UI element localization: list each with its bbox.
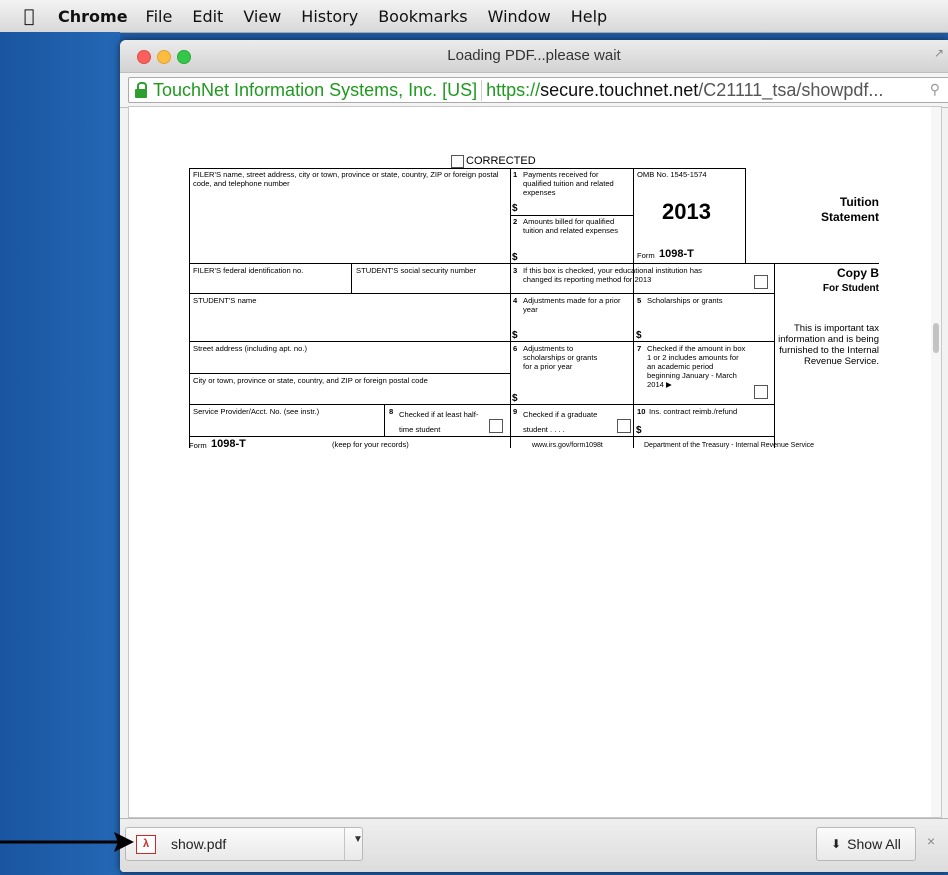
box8-label: Checked if at least half-time student <box>399 410 479 434</box>
box1-number: 1 <box>513 170 518 179</box>
box4-dollar: $ <box>512 330 518 341</box>
keep-records-note: (keep for your records) <box>332 440 409 449</box>
box1-dollar: $ <box>512 203 518 214</box>
menu-edit[interactable]: Edit <box>192 7 223 26</box>
url-field[interactable]: TouchNet Information Systems, Inc. [US] … <box>128 77 948 103</box>
filer-name-label: FILER'S name, street address, city or to… <box>193 170 499 188</box>
tax-year: 2013 <box>662 199 711 224</box>
box4-number: 4 <box>513 296 518 305</box>
box3-label: If this box is checked, your educational… <box>523 266 702 284</box>
copy-b-label: Copy B <box>837 266 879 280</box>
close-shelf-icon[interactable]: × <box>927 833 935 849</box>
ev-certificate-label[interactable]: TouchNet Information Systems, Inc. [US] <box>153 79 483 101</box>
box2-number: 2 <box>513 217 518 226</box>
address-bar: TouchNet Information Systems, Inc. [US] … <box>120 73 948 108</box>
box10-label: Ins. contract reimb./refund <box>649 407 738 416</box>
download-item-divider <box>344 828 345 860</box>
download-shelf: λ show.pdf ▼ ⬇ Show All × <box>120 818 948 872</box>
box8-number: 8 <box>389 407 394 416</box>
box6-number: 6 <box>513 344 518 353</box>
menu-file[interactable]: File <box>146 7 173 26</box>
menu-view[interactable]: View <box>243 7 281 26</box>
box5-dollar: $ <box>636 330 642 341</box>
box10-number: 10 <box>637 407 646 416</box>
download-arrow-icon: ⬇ <box>831 837 842 851</box>
box9-checkbox <box>617 419 631 433</box>
department-label: Department of the Treasury - Internal Re… <box>644 442 815 449</box>
menu-help[interactable]: Help <box>571 7 607 26</box>
pdf-scrollbar[interactable] <box>931 107 941 817</box>
lock-icon[interactable] <box>135 81 147 98</box>
url-scheme: https:// <box>486 79 541 100</box>
download-filename[interactable]: show.pdf <box>171 836 226 852</box>
show-all-label: Show All <box>847 836 901 852</box>
corrected-checkbox <box>451 155 464 168</box>
box5-number: 5 <box>637 296 642 305</box>
window-title: Loading PDF...please wait <box>447 47 621 64</box>
box3-checkbox <box>754 275 768 289</box>
box6-dollar: $ <box>512 393 518 404</box>
box2-label: Amounts billed for qualified tuition and… <box>523 217 618 235</box>
browser-window: Loading PDF...please wait ↗ TouchNet Inf… <box>120 40 948 872</box>
url-host: secure.touchnet.net <box>540 79 699 100</box>
form-label-top: Form <box>637 251 655 260</box>
menu-history[interactable]: History <box>301 7 358 26</box>
title-bar: Loading PDF...please wait ↗ <box>120 40 948 73</box>
box1-label: Payments received for qualified tuition … <box>523 170 614 197</box>
url-path: /C21111_tsa/showpdf... <box>698 79 884 100</box>
box5-label: Scholarships or grants <box>647 296 723 305</box>
mac-menubar:  Chrome File Edit View History Bookmark… <box>0 0 948 33</box>
box3-number: 3 <box>513 266 518 275</box>
service-provider-label: Service Provider/Acct. No. (see instr.) <box>193 407 320 416</box>
box4-label: Adjustments made for a prior year <box>523 296 621 314</box>
pdf-file-icon: λ <box>136 835 156 854</box>
box7-checkbox <box>754 385 768 399</box>
download-item[interactable]: λ show.pdf ▼ <box>125 827 363 861</box>
student-ssn-label: STUDENT'S social security number <box>356 266 477 275</box>
box2-dollar: $ <box>512 252 518 263</box>
box6-label: Adjustments to scholarships or grants fo… <box>523 344 598 371</box>
irs-website: www.irs.gov/form1098t <box>532 442 603 449</box>
box9-number: 9 <box>513 407 518 416</box>
filer-id-label: FILER'S federal identification no. <box>193 266 304 275</box>
for-student-label: For Student <box>822 283 879 294</box>
menu-bookmarks[interactable]: Bookmarks <box>378 7 467 26</box>
street-address-label: Street address (including apt. no.) <box>193 344 307 353</box>
city-label: City or town, province or state, country… <box>193 376 428 385</box>
box8-checkbox <box>489 419 503 433</box>
box10-dollar: $ <box>636 425 642 436</box>
box7-number: 7 <box>637 344 642 353</box>
important-notice: This is important tax information and is… <box>778 323 879 367</box>
zoom-magnifier-icon[interactable]: ⚲ <box>930 81 940 98</box>
annotation-arrow-icon <box>0 832 134 852</box>
fullscreen-icon[interactable]: ↗ <box>934 46 944 60</box>
tuition-title: Tuition <box>839 195 879 209</box>
scrollbar-thumb[interactable] <box>933 323 939 353</box>
omb-number: OMB No. 1545-1574 <box>637 170 707 179</box>
box9-label: Checked if a graduate student . . . . <box>523 410 598 434</box>
menu-window[interactable]: Window <box>488 7 551 26</box>
footer-form-label: Form <box>189 441 207 450</box>
statement-title: Statement <box>820 210 879 224</box>
menu-app-name[interactable]: Chrome <box>58 7 128 26</box>
corrected-label: CORRECTED <box>466 155 536 167</box>
show-all-button[interactable]: ⬇ Show All <box>816 827 916 861</box>
form-name-top: 1098-T <box>659 248 694 260</box>
box7-label: Checked if the amount in box 1 or 2 incl… <box>647 344 746 389</box>
pdf-viewer[interactable]: CORRECTED FILER'S name, street address, … <box>128 106 942 818</box>
desktop-background <box>0 32 120 875</box>
apple-menu-icon[interactable]:  <box>0 6 58 27</box>
student-name-label: STUDENT'S name <box>193 296 257 305</box>
footer-form-name: 1098-T <box>211 438 246 450</box>
chevron-down-icon[interactable]: ▼ <box>353 834 363 845</box>
